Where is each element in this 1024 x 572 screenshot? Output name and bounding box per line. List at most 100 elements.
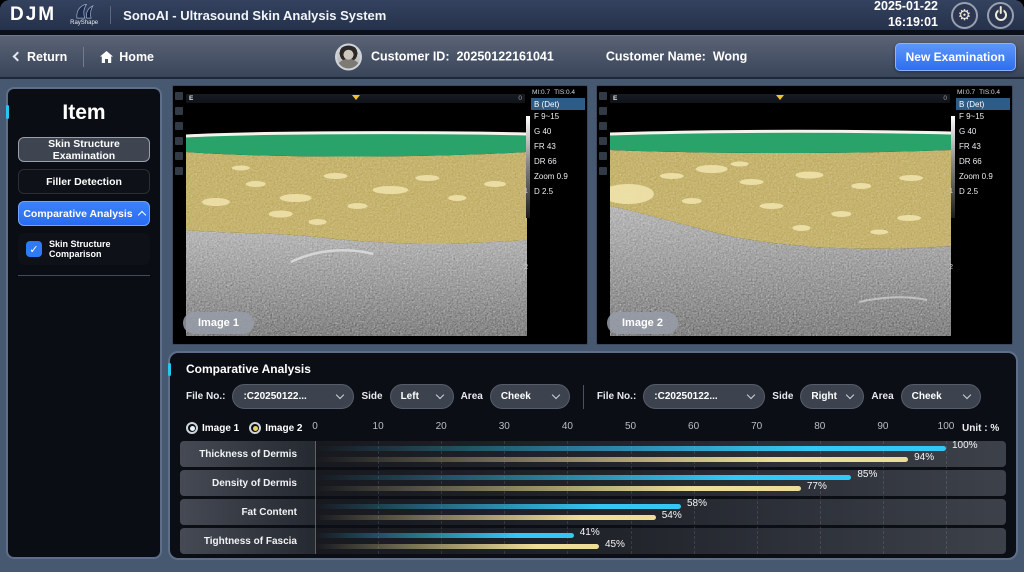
row-label: Thickness of Dermis xyxy=(180,441,315,467)
file-no-select-left[interactable]: :C20250122... xyxy=(232,384,354,409)
param-frequency: F 9~15 xyxy=(531,110,585,125)
axis-tick: 20 xyxy=(436,421,447,432)
file-no-label-left: File No.: xyxy=(186,391,225,402)
radio-icon xyxy=(249,422,261,434)
legend-item-image-2[interactable]: Image 2 xyxy=(249,422,302,434)
area-select-left[interactable]: Cheek xyxy=(490,384,570,409)
sidebar-accent xyxy=(6,105,9,119)
param-depth: D 2.5 xyxy=(956,185,1010,200)
customer-info: Customer ID: 20250122161041 Customer Nam… xyxy=(335,43,747,70)
side-select-left[interactable]: Left xyxy=(390,384,454,409)
settings-button[interactable]: ⚙ xyxy=(951,2,978,29)
param-depth: D 2.5 xyxy=(531,185,585,200)
bar-image-1 xyxy=(315,533,574,538)
panel-accent xyxy=(168,363,171,376)
ultrasound-image-1 xyxy=(186,106,527,336)
nav-divider xyxy=(83,47,84,67)
customer-id-value: 20250122161041 xyxy=(456,50,553,64)
bar-value-label: 41% xyxy=(580,527,600,538)
app-root: DJM RayShape SonoAI - Ultrasound Skin An… xyxy=(0,0,1024,572)
mode-value: B (Det) xyxy=(531,98,585,110)
row-plot: 100%94% xyxy=(315,441,946,467)
rayshape-label: RayShape xyxy=(70,20,98,26)
axis-tick: 0 xyxy=(312,421,318,432)
ultrasound-image-2 xyxy=(610,106,951,336)
ruler-strip: E 0 xyxy=(186,94,525,103)
sidebar-item-comparative-analysis[interactable]: Comparative Analysis xyxy=(18,201,150,226)
chevron-down-icon xyxy=(846,391,854,399)
mode-value: B (Det) xyxy=(956,98,1010,110)
area-label-right: Area xyxy=(871,391,893,402)
bar-image-2 xyxy=(315,515,656,520)
axis-tick: 50 xyxy=(625,421,636,432)
bar-image-2 xyxy=(315,457,908,462)
side-select-right[interactable]: Right xyxy=(800,384,864,409)
row-plot: 58% 54% xyxy=(315,499,946,525)
customer-name-label: Customer Name: xyxy=(606,50,706,64)
sidebar-divider xyxy=(18,275,150,276)
topbar-divider xyxy=(110,6,111,24)
us-parameters: MI:0.7 TIS:0.4 B (Det) F 9~15 G 40 FR 43… xyxy=(531,89,585,200)
sidebar-item-skin-structure-examination[interactable]: Skin Structure Examination xyxy=(18,137,150,162)
ruler-strip: E 0 xyxy=(610,94,950,103)
bar-image-2 xyxy=(315,486,801,491)
depth-mark-2: 2 xyxy=(524,264,528,271)
ruler-zero: 0 xyxy=(518,95,522,102)
main-area: Item Skin Structure Examination Filler D… xyxy=(0,79,1024,572)
file-no-select-right[interactable]: :C20250122... xyxy=(643,384,765,409)
param-dynamic-range: DR 66 xyxy=(531,155,585,170)
sidebar-item-filler-detection[interactable]: Filler Detection xyxy=(18,169,150,194)
djm-logo: DJM xyxy=(10,4,56,26)
axis-tick: 10 xyxy=(373,421,384,432)
mi-value: MI:0.7 xyxy=(532,89,550,96)
tgc-controls[interactable] xyxy=(599,92,607,175)
focus-marker-icon xyxy=(776,95,784,104)
us-parameters: MI:0.7 TIS:0.4 B (Det) F 9~15 G 40 FR 43… xyxy=(956,89,1010,200)
new-examination-button[interactable]: New Examination xyxy=(895,43,1016,71)
side-label-right: Side xyxy=(772,391,793,402)
row-plot: 85%77% xyxy=(315,470,946,496)
tgc-controls[interactable] xyxy=(175,92,183,175)
home-button[interactable]: Home xyxy=(100,50,154,64)
chart-axis: 0102030405060708090100 xyxy=(315,418,946,438)
comparison-controls: File No.: :C20250122... Side Left Area C… xyxy=(186,384,1006,409)
axis-tick: 40 xyxy=(562,421,573,432)
return-button[interactable]: Return xyxy=(14,50,67,64)
param-framerate: FR 43 xyxy=(956,140,1010,155)
sidebar-subitem-skin-structure-comparison[interactable]: ✓ Skin Structure Comparison xyxy=(18,233,150,265)
controls-divider xyxy=(583,385,584,409)
focus-marker-icon xyxy=(352,95,360,104)
chevron-down-icon xyxy=(962,391,970,399)
area-select-right[interactable]: Cheek xyxy=(901,384,981,409)
customer-avatar xyxy=(335,43,362,70)
depth-mark-1: 1 xyxy=(524,188,528,195)
probe-orientation-mark: E xyxy=(613,95,617,102)
param-zoom: Zoom 0.9 xyxy=(956,170,1010,185)
bar-image-2 xyxy=(315,544,599,549)
unit-label: Unit : % xyxy=(962,423,999,434)
panel-title: Comparative Analysis xyxy=(186,362,1016,376)
chart-row: Tightness of Fascia41%45% xyxy=(180,528,1006,554)
legend-item-image-1[interactable]: Image 1 xyxy=(186,422,239,434)
top-bar: DJM RayShape SonoAI - Ultrasound Skin An… xyxy=(0,0,1024,30)
sidebar-title: Item xyxy=(18,101,150,125)
chevron-down-icon xyxy=(552,391,560,399)
depth-mark-2: 2 xyxy=(949,264,953,271)
bar-value-label: 58% xyxy=(687,498,707,509)
chevron-up-icon xyxy=(137,211,145,219)
chart-row: Thickness of Dermis100%94% xyxy=(180,441,1006,467)
legend-label: Image 2 xyxy=(265,423,302,434)
checkbox-checked-icon[interactable]: ✓ xyxy=(26,241,42,257)
param-gain: G 40 xyxy=(956,125,1010,140)
gear-icon: ⚙ xyxy=(958,8,971,23)
area-label-left: Area xyxy=(461,391,483,402)
power-button[interactable] xyxy=(987,2,1014,29)
chart-legend: Image 1 Image 2 xyxy=(180,422,315,434)
axis-tick: 80 xyxy=(814,421,825,432)
bar-value-label: 54% xyxy=(662,510,682,521)
item-sidebar: Item Skin Structure Examination Filler D… xyxy=(6,87,162,559)
sail-icon xyxy=(73,4,95,19)
bar-image-1 xyxy=(315,475,851,480)
comparative-analysis-panel: Comparative Analysis File No.: :C2025012… xyxy=(168,351,1018,560)
datetime: 2025-01-22 16:19:01 xyxy=(874,0,938,31)
